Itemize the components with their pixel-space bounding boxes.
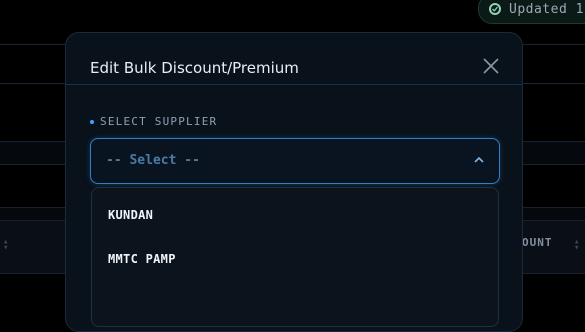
supplier-option[interactable]: KUNDAN [108, 208, 153, 222]
modal-title: Edit Bulk Discount/Premium [90, 59, 299, 77]
sort-icon[interactable]: ▴ ▾ [3, 238, 8, 253]
supplier-option[interactable]: MMTC PAMP [108, 252, 176, 266]
chevron-up-icon [474, 156, 484, 163]
check-circle-icon [489, 3, 501, 15]
status-toast: Updated 1 [478, 0, 585, 24]
modal-header: Edit Bulk Discount/Premium [66, 33, 522, 85]
sort-icon[interactable]: ▴ ▾ [574, 238, 579, 253]
close-button[interactable] [480, 55, 502, 77]
supplier-select-value: -- Select -- [106, 153, 200, 168]
supplier-label-text: SELECT SUPPLIER [100, 115, 218, 128]
required-indicator [90, 119, 94, 124]
column-header[interactable]: OUNT [522, 236, 553, 249]
edit-discount-modal: Edit Bulk Discount/Premium SELECT SUPPLI… [65, 32, 523, 332]
toast-text: Updated 1 [509, 1, 584, 17]
supplier-select[interactable]: -- Select -- [90, 138, 500, 184]
supplier-field-label: SELECT SUPPLIER [90, 115, 217, 128]
close-icon [483, 58, 499, 74]
supplier-dropdown-list: KUNDAN MMTC PAMP [91, 187, 499, 327]
